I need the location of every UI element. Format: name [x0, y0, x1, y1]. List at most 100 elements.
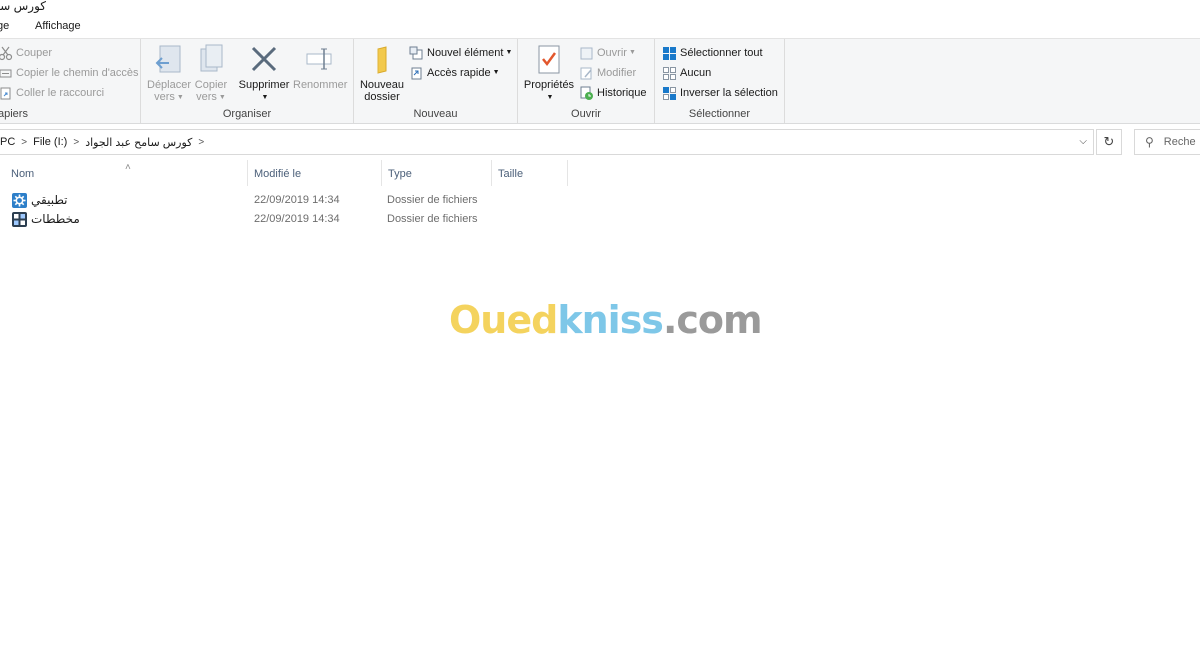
watermark-part-3: .com — [662, 298, 763, 342]
renommer-label: Renommer — [293, 79, 348, 91]
column-header-name[interactable]: ˄ Nom — [5, 160, 248, 186]
chevron-down-icon: ▼ — [218, 94, 226, 101]
invert-selection-icon — [662, 86, 677, 101]
quick-access-icon — [409, 66, 424, 81]
tab-partage[interactable]: ge — [0, 20, 9, 32]
paste-shortcut-icon — [0, 86, 13, 101]
copier-label-1: Copier — [194, 79, 228, 91]
selectionner-tout-button[interactable]: Sélectionner tout — [662, 44, 763, 62]
column-header-type[interactable]: Type — [382, 160, 492, 186]
file-name: مخططات — [31, 212, 80, 226]
chevron-right-icon[interactable]: > — [198, 137, 204, 148]
nouvel-element-button[interactable]: Nouvel élément ▼ — [409, 44, 512, 62]
selectionner-tout-label: Sélectionner tout — [680, 47, 763, 59]
deplacer-label-2: vers — [154, 91, 175, 103]
group-label-presse-papiers: apiers — [0, 108, 28, 120]
group-ouvrir: Propriétés ▼ Ouvrir ▼ Modifier Historiqu… — [518, 39, 655, 123]
properties-icon — [533, 43, 565, 77]
group-organiser: Déplacer vers ▼ Copier vers ▼ Supprimer ▼ … — [141, 39, 354, 123]
historique-button[interactable]: Historique — [579, 84, 647, 102]
proprietes-button[interactable]: Propriétés ▼ — [523, 43, 575, 105]
new-folder-icon — [366, 43, 398, 77]
deplacer-vers-button[interactable]: Déplacer vers ▼ — [147, 43, 191, 105]
file-modified: 22/09/2019 14:34 — [254, 194, 340, 206]
inverser-selection-button[interactable]: Inverser la sélection — [662, 84, 778, 102]
supprimer-button[interactable]: Supprimer ▼ — [238, 43, 290, 105]
grid-folder-icon — [12, 212, 27, 227]
chevron-down-icon: ▼ — [546, 94, 554, 101]
breadcrumb-drive[interactable]: File (I:) — [33, 136, 67, 148]
delete-x-icon — [248, 43, 280, 77]
group-label-nouveau: Nouveau — [413, 108, 458, 120]
column-header-modified[interactable]: Modifié le — [248, 160, 382, 186]
copy-to-icon — [195, 43, 227, 77]
nouveau-dossier-label-2: dossier — [364, 91, 400, 103]
rename-icon — [304, 43, 336, 77]
breadcrumb-folder[interactable]: كورس سامح عبد الجواد — [85, 136, 192, 149]
acces-rapide-label: Accès rapide — [427, 67, 491, 79]
copier-chemin-button[interactable]: Copier le chemin d'accès — [0, 64, 139, 82]
column-size-label: Taille — [498, 168, 524, 180]
file-name: تطبيقي — [31, 193, 68, 207]
copier-vers-button[interactable]: Copier vers ▼ — [193, 43, 229, 105]
watermark-logo: Ouedkniss.com — [449, 298, 763, 342]
group-presse-papiers: Couper Copier le chemin d'accès Coller l… — [0, 39, 141, 123]
group-nouveau: Nouveau dossier Nouvel élément ▼ Accès r… — [354, 39, 518, 123]
table-row[interactable]: تطبيقي 22/09/2019 14:34 Dossier de fichi… — [0, 192, 580, 211]
couper-button[interactable]: Couper — [0, 44, 52, 62]
group-label-organiser: Organiser — [222, 108, 272, 120]
new-item-icon — [409, 46, 424, 61]
file-type: Dossier de fichiers — [387, 194, 478, 206]
gear-folder-icon — [12, 193, 27, 208]
couper-label: Couper — [16, 47, 53, 59]
move-to-icon — [153, 43, 185, 77]
window-title: كورس سامح عبد الجواد — [0, 0, 46, 13]
coller-raccourci-button[interactable]: Coller le raccourci — [0, 84, 104, 102]
title-bar: كورس سامح عبد الجواد — [0, 0, 1200, 14]
search-box[interactable]: ⚲ Reche — [1134, 129, 1200, 155]
copier-label-2: vers — [196, 91, 217, 103]
history-icon — [579, 86, 594, 101]
ouvrir-button[interactable]: Ouvrir ▼ — [579, 44, 636, 62]
address-dropdown-icon[interactable]: ⌵ — [1079, 136, 1087, 147]
chevron-right-icon[interactable]: > — [73, 137, 79, 148]
search-icon: ⚲ — [1145, 135, 1154, 149]
scissors-icon — [0, 46, 13, 61]
refresh-button[interactable]: ↻ — [1096, 129, 1122, 155]
aucun-button[interactable]: Aucun — [662, 64, 711, 82]
file-modified: 22/09/2019 14:34 — [254, 213, 340, 225]
table-row[interactable]: مخططات 22/09/2019 14:34 Dossier de fichi… — [0, 211, 580, 230]
renommer-button[interactable]: Renommer — [293, 43, 347, 91]
sort-ascending-icon: ˄ — [125, 162, 131, 173]
address-row: PC > File (I:) > كورس سامح عبد الجواد > … — [0, 128, 1200, 156]
watermark-part-2: kniss — [557, 298, 664, 342]
breadcrumb-pc[interactable]: PC — [0, 136, 15, 148]
inverser-selection-label: Inverser la sélection — [680, 87, 778, 99]
tab-affichage[interactable]: Affichage — [35, 20, 81, 32]
nouvel-element-label: Nouvel élément — [427, 47, 504, 59]
ribbon-tabs: ge Affichage — [0, 16, 1200, 38]
search-placeholder: Reche — [1163, 136, 1196, 148]
aucun-label: Aucun — [680, 67, 712, 79]
address-bar[interactable]: PC > File (I:) > كورس سامح عبد الجواد > … — [0, 129, 1094, 155]
copier-chemin-label: Copier le chemin d'accès — [16, 67, 139, 79]
modifier-label: Modifier — [597, 67, 637, 79]
deplacer-label-1: Déplacer — [147, 79, 192, 91]
nouveau-dossier-label-1: Nouveau — [359, 79, 405, 91]
select-all-icon — [662, 46, 677, 61]
chevron-right-icon[interactable]: > — [21, 137, 27, 148]
modifier-button[interactable]: Modifier — [579, 64, 636, 82]
nouveau-dossier-button[interactable]: Nouveau dossier — [358, 43, 406, 103]
supprimer-label: Supprimer — [238, 79, 290, 91]
proprietes-label: Propriétés — [523, 79, 575, 91]
watermark-part-1: Oued — [449, 298, 558, 342]
acces-rapide-button[interactable]: Accès rapide ▼ — [409, 64, 500, 82]
select-none-icon — [662, 66, 677, 81]
edit-icon — [579, 66, 594, 81]
column-headers: ˄ Nom Modifié le Type Taille — [0, 160, 1200, 186]
column-header-size[interactable]: Taille — [492, 160, 568, 186]
group-label-ouvrir: Ouvrir — [571, 108, 601, 120]
column-name-label: Nom — [11, 168, 35, 180]
column-type-label: Type — [388, 168, 412, 180]
group-label-selectionner: Sélectionner — [688, 108, 751, 120]
